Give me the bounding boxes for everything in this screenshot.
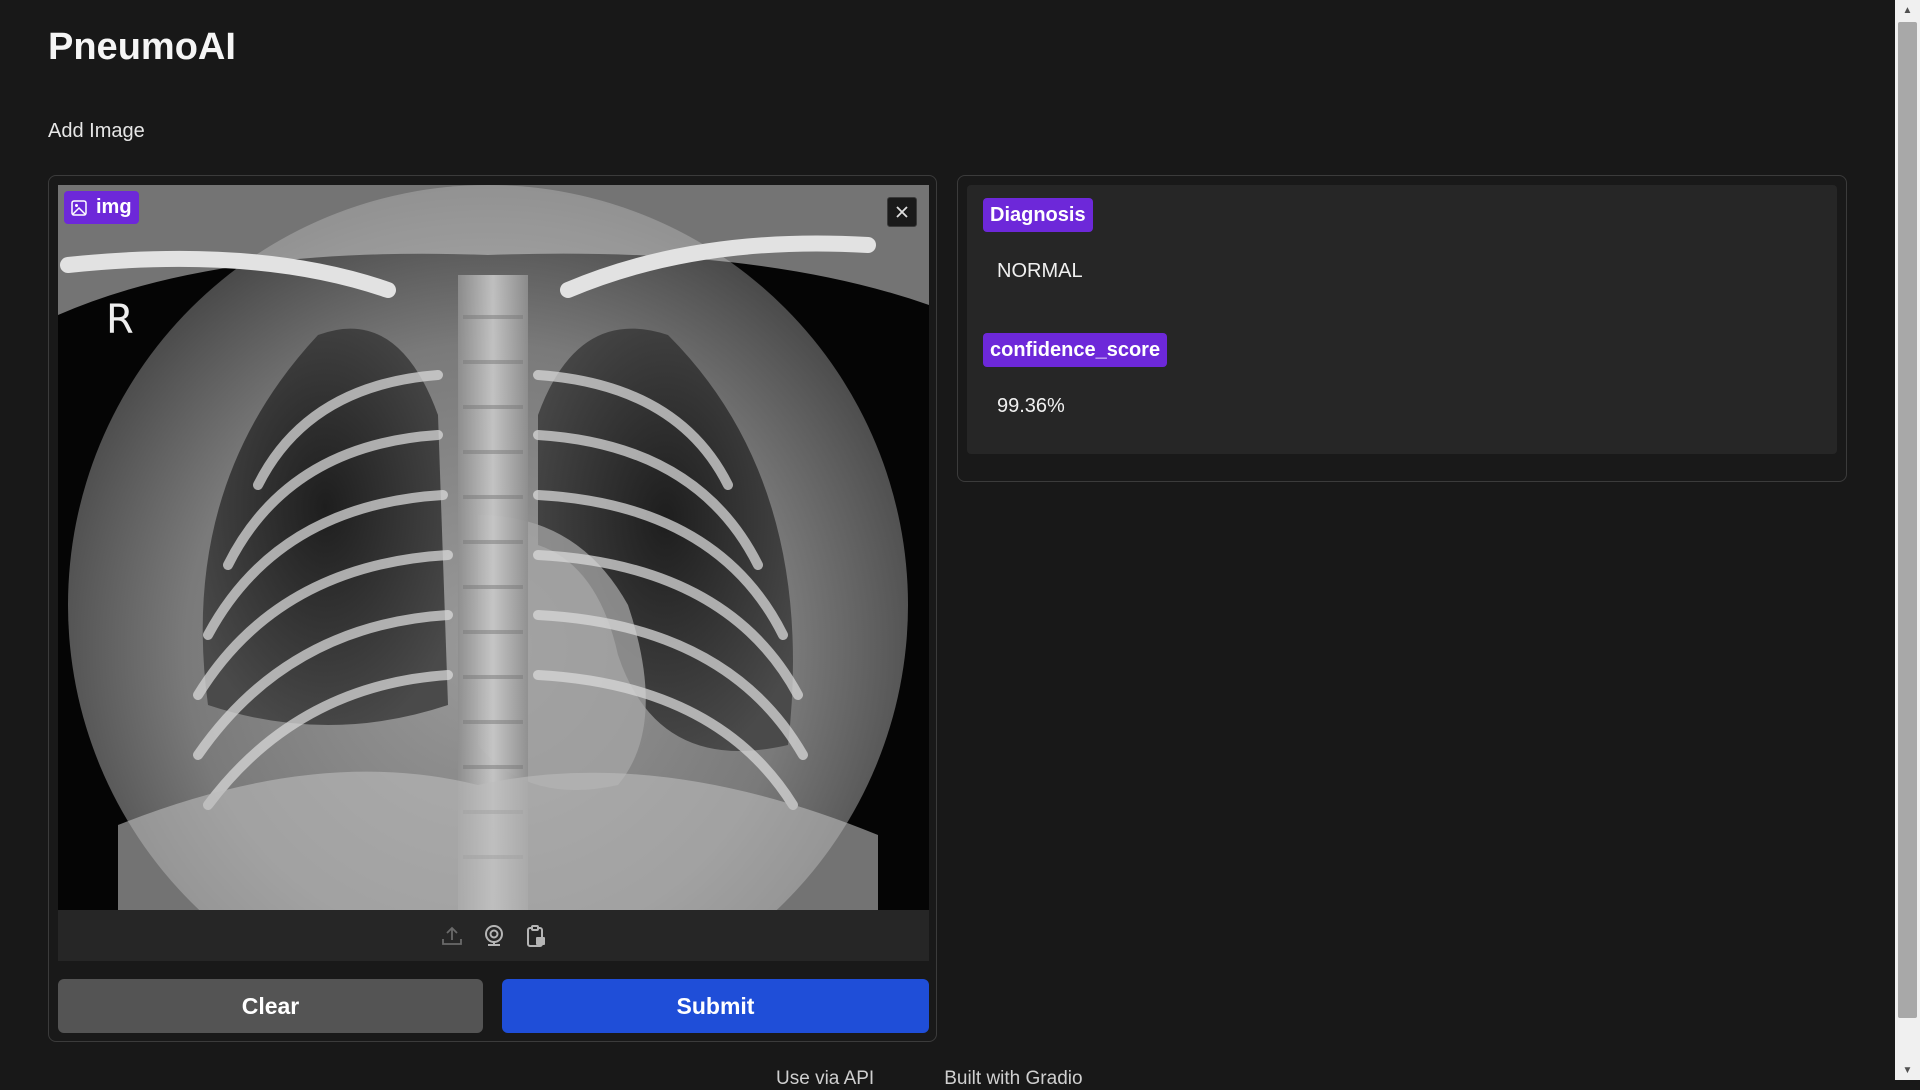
image-label-text: img [96,196,132,218]
clear-button[interactable]: Clear [58,979,483,1033]
output-panel: Diagnosis NORMAL confidence_score 99.36% [957,175,1847,482]
paste-clipboard-button[interactable] [521,921,551,951]
add-image-label: Add Image [48,120,145,142]
submit-button[interactable]: Submit [502,979,929,1033]
image-source-toolbar [58,910,929,961]
page-title: PneumoAI [48,26,236,68]
scroll-up-arrow-icon[interactable]: ▲ [1895,0,1920,20]
confidence-score-label: confidence_score [983,333,1168,367]
diagnosis-label: Diagnosis [983,198,1093,232]
scroll-down-arrow-icon[interactable]: ▼ [1895,1060,1920,1080]
webcam-button[interactable] [479,921,509,951]
page-scrollbar[interactable]: ▲ ▼ [1895,0,1920,1080]
confidence-score-value: 99.36% [997,395,1065,417]
image-upload-area[interactable]: R img [58,185,929,910]
input-panel: R img Clear Submit [48,175,937,1042]
remove-image-button[interactable] [887,197,917,227]
footer: Use via API Built with Gradio [776,1068,1153,1090]
clipboard-icon [526,924,545,947]
webcam-icon [484,924,503,946]
image-label-badge: img [64,191,139,224]
built-with-gradio-link[interactable]: Built with Gradio [944,1068,1082,1089]
use-via-api-link[interactable]: Use via API [776,1068,874,1089]
diagnosis-value: NORMAL [997,260,1083,282]
image-icon [71,199,87,216]
close-icon [896,206,908,218]
scrollbar-thumb[interactable] [1898,22,1917,1018]
xray-side-marker: R [106,297,134,343]
xray-image [58,185,929,910]
upload-button[interactable] [437,921,467,951]
upload-icon [441,926,462,945]
output-results: Diagnosis NORMAL confidence_score 99.36% [967,185,1837,454]
